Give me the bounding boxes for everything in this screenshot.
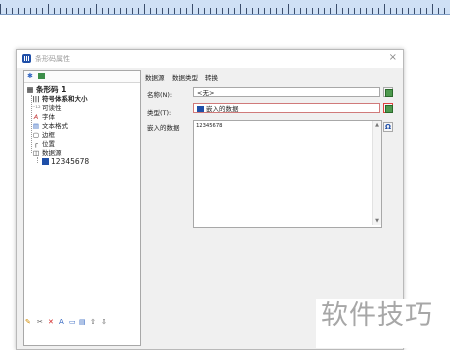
ruler-ticks-major bbox=[0, 4, 450, 14]
tree-item-label: 文本格式 bbox=[42, 122, 68, 130]
barcode-object-icon: ▦ bbox=[26, 85, 34, 94]
tab-transform[interactable]: 转换 bbox=[205, 72, 218, 82]
tree-item-label: 位置 bbox=[42, 140, 55, 148]
tree-item-label: 字体 bbox=[42, 113, 55, 121]
embedded-data-icon bbox=[197, 106, 204, 112]
tree-item-font[interactable]: A 字体 bbox=[32, 113, 55, 121]
tree-root-label: 条形码 1 bbox=[36, 85, 67, 94]
tree-item-label: 可读性 bbox=[42, 104, 62, 112]
name-field[interactable]: <无> bbox=[193, 87, 380, 97]
tree-item-symbology[interactable]: ||| 符号体系和大小 bbox=[32, 95, 88, 103]
type-value: 嵌入的数据 bbox=[206, 105, 239, 113]
tab-data-type[interactable]: 数据类型 bbox=[172, 72, 198, 82]
embedded-data-value: 12345678 bbox=[196, 123, 223, 129]
copy-icon[interactable]: ▭ bbox=[69, 318, 76, 327]
tree-item-readability[interactable]: ⁻¹²可读性 bbox=[32, 104, 62, 112]
close-button[interactable]: × bbox=[389, 52, 397, 64]
type-label: 类型(T): bbox=[147, 109, 172, 117]
tab-data-source[interactable]: 数据源 bbox=[145, 72, 165, 82]
name-value: <无> bbox=[197, 89, 215, 97]
type-select-button[interactable] bbox=[383, 103, 393, 113]
edit-icon bbox=[385, 89, 393, 97]
readability-icon: ⁻¹² bbox=[32, 104, 41, 112]
tree-connector bbox=[37, 157, 38, 163]
tree-root-barcode[interactable]: ▦ 条形码 1 bbox=[26, 86, 66, 94]
dialog-titlebar: 条形码属性 × bbox=[17, 50, 403, 68]
scroll-down-icon[interactable]: ▼ bbox=[373, 217, 381, 225]
cut-icon[interactable]: ✂ bbox=[37, 318, 43, 327]
delete-icon[interactable]: ✕ bbox=[48, 318, 54, 327]
tree-item-border[interactable]: ▢ 边框 bbox=[32, 131, 55, 139]
tree-leaf-label: 12345678 bbox=[51, 157, 90, 166]
border-icon: ▢ bbox=[32, 131, 40, 139]
tree-toolbar: ✱ bbox=[24, 71, 140, 83]
tree-item-position[interactable]: ┌ 位置 bbox=[32, 140, 55, 148]
rename-icon[interactable]: A bbox=[59, 318, 64, 327]
embedded-data-label: 嵌入的数据 bbox=[147, 124, 180, 132]
text-format-icon: ▤ bbox=[32, 122, 40, 130]
ruler bbox=[0, 0, 450, 15]
special-character-button[interactable]: Ω bbox=[383, 122, 393, 132]
new-item-icon[interactable]: ✎ bbox=[25, 318, 31, 327]
type-field[interactable]: 嵌入的数据 bbox=[193, 103, 380, 113]
font-icon: A bbox=[33, 113, 39, 121]
move-up-icon[interactable]: ⇧ bbox=[90, 318, 96, 327]
tree-item-label: 数据源 bbox=[42, 149, 62, 157]
expand-collapse-icon[interactable]: ✱ bbox=[27, 73, 33, 80]
barcode-app-icon bbox=[22, 54, 31, 63]
tree-item-data-leaf[interactable]: 12345678 bbox=[42, 158, 89, 166]
tree-item-datasource[interactable]: ◫ 数据源 bbox=[32, 149, 62, 157]
position-icon: ┌ bbox=[34, 140, 38, 148]
move-down-icon[interactable]: ⇩ bbox=[101, 318, 107, 327]
tree-view-icon[interactable] bbox=[38, 73, 45, 79]
dialog-title: 条形码属性 bbox=[35, 55, 70, 63]
barcode-icon: ||| bbox=[32, 95, 40, 103]
paste-icon[interactable]: ▤ bbox=[79, 318, 86, 327]
watermark-text: 软件技巧 bbox=[321, 300, 433, 331]
textarea-scrollbar[interactable]: ▲ ▼ bbox=[372, 121, 381, 225]
datasource-icon: ◫ bbox=[32, 149, 40, 157]
embedded-data-textarea[interactable]: 12345678 ▲ ▼ bbox=[193, 120, 382, 228]
tree-item-text-format[interactable]: ▤ 文本格式 bbox=[32, 122, 68, 130]
properties-tree-panel: ✱ ▦ 条形码 1 ||| 符号体系和大小 ⁻¹²可读性 A 字体 ▤ 文本格式 ▢ 边框 bbox=[23, 70, 141, 346]
tree-bottom-toolbar: ✎ ✂ ✕ A ▭ ▤ ⇧ ⇩ bbox=[23, 318, 133, 328]
embedded-data-icon bbox=[42, 158, 49, 165]
name-label: 名称(N): bbox=[147, 91, 173, 99]
tree-item-label: 符号体系和大小 bbox=[42, 95, 88, 103]
edit-icon bbox=[385, 105, 393, 113]
tree-item-label: 边框 bbox=[42, 131, 55, 139]
watermark: 软件技巧 bbox=[316, 299, 450, 348]
scroll-up-icon[interactable]: ▲ bbox=[373, 121, 381, 129]
name-edit-button[interactable] bbox=[383, 87, 393, 97]
